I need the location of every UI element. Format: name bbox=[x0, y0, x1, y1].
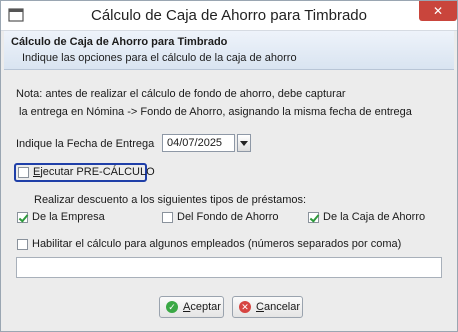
cancel-button[interactable]: ✕ Cancelar bbox=[232, 296, 303, 318]
date-dropdown-button[interactable] bbox=[237, 134, 251, 152]
close-icon: ✕ bbox=[432, 4, 444, 18]
window-title: Cálculo de Caja de Ahorro para Timbrado bbox=[91, 7, 367, 24]
dialog-window: Cálculo de Caja de Ahorro para Timbrado … bbox=[0, 0, 458, 332]
fondo-ahorro-checkbox[interactable] bbox=[162, 212, 173, 223]
chevron-down-icon bbox=[240, 140, 248, 146]
caja-ahorro-checkbox[interactable] bbox=[308, 212, 319, 223]
pre-calculo-checkbox[interactable] bbox=[18, 167, 29, 178]
descuento-label: Realizar descuento a los siguientes tipo… bbox=[34, 194, 307, 206]
pre-calculo-label[interactable]: Ejecutar PRE-CÁLCULO bbox=[33, 166, 155, 178]
dialog-header: Cálculo de Caja de Ahorro para Timbrado … bbox=[4, 31, 454, 70]
title-bar: Cálculo de Caja de Ahorro para Timbrado … bbox=[1, 1, 457, 31]
habilitar-label[interactable]: Habilitar el cálculo para algunos emplea… bbox=[32, 238, 401, 250]
empresa-checkbox[interactable] bbox=[17, 212, 28, 223]
header-subtitle: Indique las opciones para el cálculo de … bbox=[22, 52, 297, 64]
check-icon: ✓ bbox=[166, 301, 178, 313]
date-input[interactable]: 04/07/2025 bbox=[162, 134, 235, 152]
header-title: Cálculo de Caja de Ahorro para Timbrado bbox=[11, 36, 228, 48]
habilitar-checkbox[interactable] bbox=[17, 239, 28, 250]
date-label: Indique la Fecha de Entrega bbox=[16, 138, 155, 150]
caja-ahorro-label[interactable]: De la Caja de Ahorro bbox=[323, 211, 425, 223]
fondo-ahorro-label[interactable]: Del Fondo de Ahorro bbox=[177, 211, 279, 223]
cancel-label: Cancelar bbox=[256, 301, 301, 313]
note-line-1: Nota: antes de realizar el cálculo de fo… bbox=[16, 88, 346, 100]
cancel-icon: ✕ bbox=[239, 301, 251, 313]
accept-button[interactable]: ✓ Aceptar bbox=[159, 296, 224, 318]
empresa-label[interactable]: De la Empresa bbox=[32, 211, 105, 223]
close-button[interactable]: ✕ bbox=[419, 1, 457, 21]
note-line-2: la entrega en Nómina -> Fondo de Ahorro,… bbox=[19, 106, 412, 118]
empleados-input[interactable] bbox=[16, 257, 442, 278]
accept-label: Aceptar bbox=[183, 301, 221, 313]
